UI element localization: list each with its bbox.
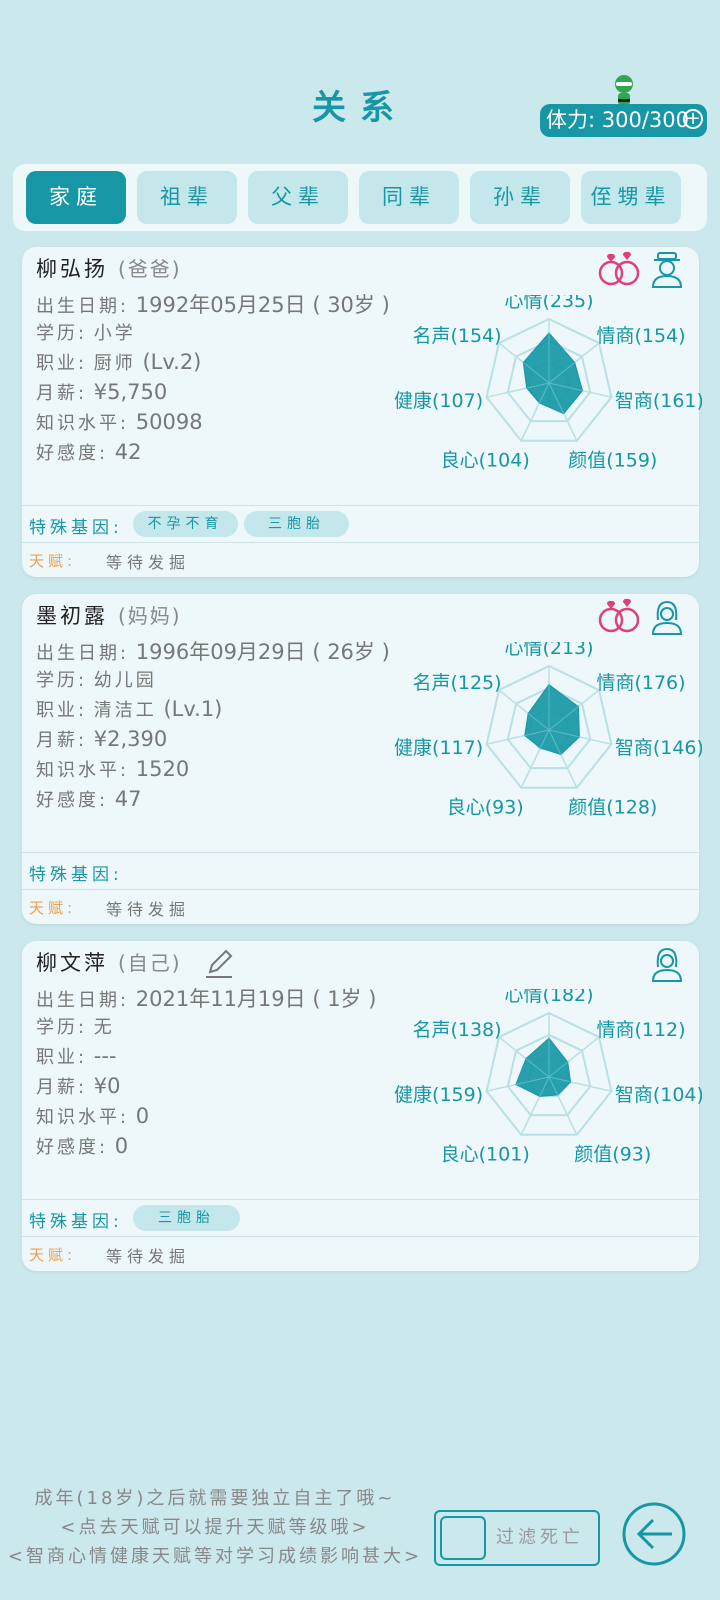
radar-data-area <box>522 332 584 415</box>
person-name: 墨初露 <box>36 604 108 628</box>
tab-grandchildren[interactable]: 孙辈 <box>470 171 570 224</box>
tab-family[interactable]: 家庭 <box>26 171 126 224</box>
radar-axis-label: 名声(125) <box>412 672 501 694</box>
talent-value[interactable]: 等待发掘 <box>106 549 190 573</box>
talent-label: 天赋: <box>29 899 77 917</box>
radar-axis-label: 健康(107) <box>394 390 483 412</box>
player-avatar-icon[interactable] <box>610 73 638 107</box>
male-portrait-icon <box>651 252 683 288</box>
favor-row: 好感度: 0 <box>36 1134 129 1158</box>
stamina-display: 体力: 300/300 + <box>540 104 707 137</box>
gene-label: 特殊基因: <box>29 865 123 885</box>
talent-value[interactable]: 等待发掘 <box>106 896 190 920</box>
talent-label: 天赋: <box>29 1246 77 1264</box>
birth-row: 出生日期: 2021年11月19日 ( 1岁 ) <box>36 987 377 1011</box>
tab-parents[interactable]: 父辈 <box>248 171 348 224</box>
gene-pill[interactable]: 不孕不育 <box>133 511 238 537</box>
talent-label: 天赋: <box>29 552 77 570</box>
radar-axis-label: 颜值(93) <box>574 1144 651 1166</box>
radar-axis-label: 心情(213) <box>504 642 593 659</box>
favor-row: 好感度: 42 <box>36 440 142 464</box>
person-relation: (妈妈) <box>118 604 182 628</box>
marriage-rings-icon <box>598 598 640 633</box>
female-portrait-icon <box>651 947 683 982</box>
edit-pencil-icon[interactable] <box>204 946 234 980</box>
education-row: 学历: 幼儿园 <box>36 670 157 691</box>
radar-axis-label: 名声(154) <box>412 325 501 347</box>
radar-axis-label: 良心(104) <box>441 450 530 472</box>
person-name-row: 墨初露 (妈妈) <box>36 600 182 630</box>
radar-axis-label: 智商(104) <box>615 1084 702 1106</box>
radar-axis-label: 颜值(159) <box>568 450 657 472</box>
adult-hint-text: 成年(18岁)之后就需要独立自主了哦~ <box>34 1488 396 1509</box>
radar-axis-label: 智商(146) <box>615 737 702 759</box>
add-stamina-icon[interactable]: + <box>683 109 703 129</box>
salary-row: 月薪: ¥5,750 <box>36 380 168 404</box>
radar-axis-label: 心情(182) <box>504 989 593 1006</box>
birth-row: 出生日期: 1992年05月25日 ( 30岁 ) <box>36 293 390 317</box>
radar-axis-label: 情商(112) <box>596 1019 685 1041</box>
filter-label: 过滤死亡 <box>496 1527 584 1548</box>
back-arrow-icon[interactable] <box>620 1500 688 1568</box>
job-row: 职业: --- <box>36 1044 117 1068</box>
radar-axis-label: 心情(235) <box>504 295 593 312</box>
gene-label: 特殊基因: <box>29 518 123 538</box>
education-row: 学历: 无 <box>36 1017 115 1038</box>
talent-value[interactable]: 等待发掘 <box>106 1243 190 1267</box>
radar-axis-label: 健康(117) <box>394 737 483 759</box>
person-name-row: 柳弘扬 (爸爸) <box>36 253 182 283</box>
gene-pill[interactable]: 三胞胎 <box>244 511 349 537</box>
gene-label: 特殊基因: <box>29 1212 123 1232</box>
job-row: 职业: 清洁工 (Lv.1) <box>36 697 223 721</box>
radar-axis-label: 名声(138) <box>412 1019 501 1041</box>
favor-row: 好感度: 47 <box>36 787 142 811</box>
attribute-radar-chart: 心情(182)情商(112) 智商(104) 颜值(93) 良心(101) 健康(159… <box>394 989 702 1166</box>
radar-axis-label: 情商(154) <box>596 325 685 347</box>
salary-row: 月薪: ¥0 <box>36 1074 121 1098</box>
knowledge-row: 知识水平: 0 <box>36 1104 150 1128</box>
person-name: 柳弘扬 <box>36 257 108 281</box>
radar-axis-label: 良心(101) <box>441 1144 530 1166</box>
person-relation: (自己) <box>118 951 182 975</box>
radar-axis-label: 情商(176) <box>596 672 685 694</box>
filter-dead-toggle[interactable]: 过滤死亡 <box>434 1510 600 1566</box>
attribute-radar-chart: 心情(213)情商(176) 智商(146) 颜值(128) 良心(93) 健康(117… <box>394 642 702 819</box>
stamina-label: 体力: 300/300 <box>546 108 689 132</box>
study-hint-text: <智商心情健康天赋等对学习成绩影响甚大> <box>7 1546 423 1567</box>
person-card-self[interactable]: 柳文萍 (自己) 出生日期: 2021年11月19日 ( 1岁 ) 学历: 无 职… <box>22 941 702 1271</box>
radar-axis-label: 良心(93) <box>447 797 524 819</box>
marriage-rings-icon <box>598 251 640 286</box>
job-row: 职业: 厨师 (Lv.2) <box>36 350 202 374</box>
tab-siblings[interactable]: 同辈 <box>359 171 459 224</box>
knowledge-row: 知识水平: 50098 <box>36 410 203 434</box>
female-portrait-icon <box>651 600 683 635</box>
talent-hint-text: <点去天赋可以提升天赋等级哦> <box>60 1517 370 1538</box>
salary-row: 月薪: ¥2,390 <box>36 727 168 751</box>
gene-pill[interactable]: 三胞胎 <box>133 1205 240 1231</box>
tab-grandparents[interactable]: 祖辈 <box>137 171 237 224</box>
attribute-radar-chart: 心情(235)情商(154) 智商(161) 颜值(159) 良心(104) 健康(10… <box>394 295 702 472</box>
person-name-row: 柳文萍 (自己) <box>36 947 182 977</box>
knowledge-row: 知识水平: 1520 <box>36 757 190 781</box>
birth-row: 出生日期: 1996年09月29日 ( 26岁 ) <box>36 640 390 664</box>
radar-axis-label: 健康(159) <box>394 1084 483 1106</box>
person-card-mother[interactable]: 墨初露 (妈妈) 出生日期: 1996年09月29日 ( 26岁 ) 学历: 幼儿… <box>22 594 702 924</box>
person-name: 柳文萍 <box>36 951 108 975</box>
education-row: 学历: 小学 <box>36 323 136 344</box>
tab-nephews[interactable]: 侄甥辈 <box>581 171 681 224</box>
radar-axis-label: 颜值(128) <box>568 797 657 819</box>
person-card-father[interactable]: 柳弘扬 (爸爸) 出生日期: 1992年05月25日 ( 30岁 ) 学历: 小学… <box>22 247 702 577</box>
person-relation: (爸爸) <box>118 257 182 281</box>
filter-checkbox[interactable] <box>440 1516 486 1560</box>
radar-axis-label: 智商(161) <box>615 390 702 412</box>
relation-tabs: 家庭 祖辈 父辈 同辈 孙辈 侄甥辈 <box>13 164 707 231</box>
